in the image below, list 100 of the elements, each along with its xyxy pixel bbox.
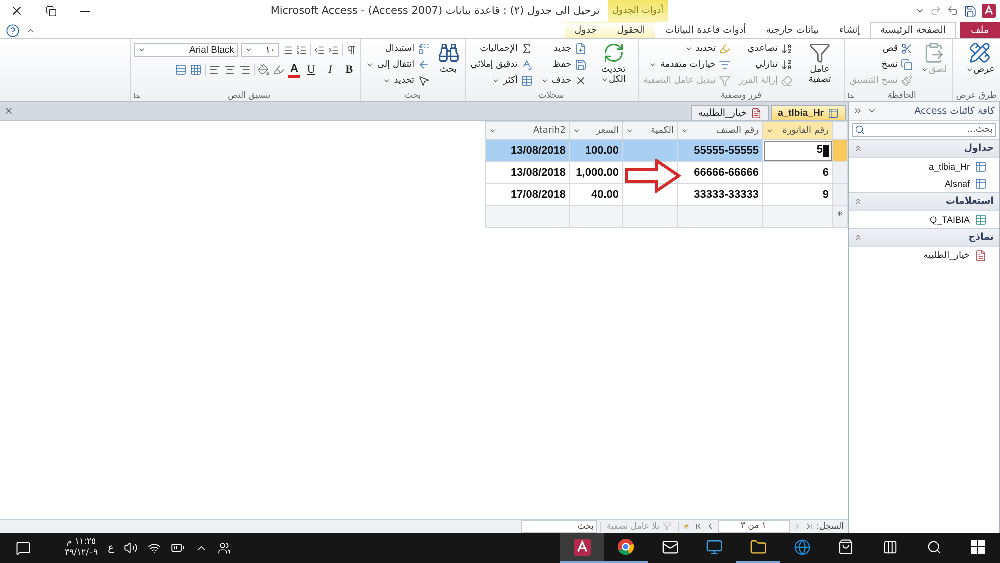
ribbon-button[interactable]: خيارات متقدمة	[642, 57, 734, 72]
search-field[interactable]: بحث	[521, 520, 598, 533]
column-header[interactable]: رقم الصنف	[678, 122, 762, 140]
refresh-icon	[602, 42, 625, 64]
ribbon-button[interactable]: تصاعدي	[737, 41, 795, 56]
document-tab[interactable]: خيار_الطلبيه	[691, 105, 770, 120]
clipboard-icon	[923, 42, 946, 64]
column-header[interactable]: السعر	[570, 122, 622, 140]
ribbon-tab[interactable]: الحقول	[607, 22, 656, 38]
ribbon-button[interactable]: تدقيق إملائي	[468, 57, 535, 72]
column-title: الكمية	[651, 126, 674, 136]
caret-icon	[138, 46, 146, 54]
ribbon-tab[interactable]: أدوات قاعدة البيانات	[655, 22, 756, 38]
font-size-field[interactable]: ١٠	[241, 43, 280, 57]
table-icon	[975, 178, 987, 190]
browser-icon[interactable]	[618, 539, 634, 555]
new-row-marker: *	[832, 206, 848, 228]
form-icon	[751, 108, 762, 118]
nav-item[interactable]: Q_TAIBIA	[849, 211, 999, 228]
ribbon-tab[interactable]: بيانات خارجية	[756, 22, 830, 38]
pointer-icon	[418, 74, 430, 86]
ribbon-button[interactable]: عرض	[964, 41, 997, 76]
nav-item[interactable]: Alsnaf	[849, 175, 999, 192]
ribbon-button[interactable]: تنازلي	[737, 57, 795, 72]
ribbon-tab[interactable]: ملف	[960, 22, 1000, 38]
save-icon	[574, 58, 587, 70]
ribbon-button[interactable]: تحديث الكل	[592, 41, 635, 86]
close-icon	[10, 4, 24, 18]
ribbon-button[interactable]: الإجماليات	[468, 41, 535, 56]
table-cell: 33333-33333	[678, 184, 762, 206]
ribbon-button[interactable]: تحديد	[364, 73, 432, 88]
input-language[interactable]: ع	[108, 542, 114, 554]
new-record-cell[interactable]	[570, 206, 622, 228]
ribbon-button[interactable]: انتقال إلى	[364, 57, 432, 72]
nav-group-header[interactable]: نماذج	[849, 228, 999, 247]
align-right-icon	[239, 64, 252, 76]
table-cell: 100.00	[570, 140, 622, 162]
clock[interactable]: ١١:٢٥ م ٣٩/١٢/٠٩	[65, 537, 98, 559]
ribbon-tab[interactable]: جدول	[564, 22, 608, 38]
ribbon-button[interactable]: نسخ	[848, 57, 916, 72]
funnel-icon	[662, 522, 672, 531]
text-cursor	[823, 144, 829, 157]
ribbon-tab[interactable]: الصفحة الرئيسية	[870, 22, 956, 38]
dialog-launcher-icon[interactable]	[134, 92, 142, 99]
help-icon	[6, 24, 20, 38]
highlighter-icon	[719, 42, 732, 54]
group-label: بحث	[404, 90, 422, 100]
new-record-cell[interactable]	[762, 206, 832, 228]
new-record-cell[interactable]	[622, 206, 678, 228]
taskbar-app[interactable]	[560, 533, 604, 563]
windows-logo-icon[interactable]	[971, 540, 985, 554]
table-cell	[622, 184, 678, 206]
paragraph-icon	[346, 44, 358, 56]
nav-group-header[interactable]: استعلامات	[849, 192, 999, 211]
new-record-icon	[682, 522, 691, 531]
font-name-field[interactable]: Arial Black	[134, 43, 238, 57]
column-header[interactable]: رقم الفاتورة	[762, 122, 832, 140]
column-header[interactable]: الكمية	[622, 122, 678, 140]
form-icon	[975, 250, 987, 262]
ribbon-button[interactable]: حذف	[538, 73, 589, 88]
new-record-cell[interactable]	[486, 206, 570, 228]
alternate-rows-icon	[175, 64, 188, 76]
group-label: سجلات	[538, 90, 566, 100]
nav-group-header[interactable]: جداول	[849, 139, 999, 158]
first-record-icon	[804, 522, 814, 531]
filter-list-icon	[719, 58, 732, 70]
search-field[interactable]: بحث...	[852, 123, 996, 137]
app-logo-icon[interactable]	[982, 4, 996, 18]
nav-item[interactable]: a_tlbia_Hr	[849, 158, 999, 175]
ribbon-button[interactable]: جديد	[538, 41, 589, 56]
binoculars-icon	[438, 42, 460, 64]
text-style-button[interactable]: I	[322, 62, 338, 78]
ribbon-button[interactable]: أكثر	[468, 73, 535, 88]
dialog-launcher-icon[interactable]	[848, 92, 855, 99]
indent-decrease-icon	[314, 44, 326, 56]
ribbon-button[interactable]: بحث	[436, 41, 462, 76]
last-record-icon	[694, 522, 703, 531]
record-position-field[interactable]: ١ من ٣	[718, 520, 790, 533]
paintbrush-icon	[901, 74, 914, 86]
column-title: رقم الصنف	[716, 126, 759, 136]
group-label: فرز وتصفية	[720, 90, 763, 100]
nav-item[interactable]: خيار_الطلبيه	[849, 247, 999, 264]
table-cell: 55555-55555	[678, 140, 762, 162]
ribbon-button[interactable]: تحديد	[642, 41, 734, 56]
document-tab[interactable]: a_tlbia_Hr	[771, 105, 846, 120]
gridlines-icon	[190, 64, 202, 76]
app-logo-icon[interactable]	[574, 538, 590, 556]
ribbon-button[interactable]: قص	[848, 41, 916, 56]
text-style-button[interactable]: U	[303, 62, 320, 78]
column-header[interactable]: Atarih2	[486, 122, 570, 140]
text-style-button[interactable]: B	[341, 62, 358, 78]
ribbon-tab[interactable]: إنشاء	[829, 22, 870, 38]
collapse-group-icon	[854, 144, 863, 153]
ribbon-button[interactable]: عامل تصفية	[799, 41, 841, 86]
new-record-cell[interactable]	[678, 206, 762, 228]
scissors-icon	[901, 42, 914, 54]
ribbon-button[interactable]: حفظ	[538, 57, 589, 72]
align-center-icon	[224, 64, 236, 76]
ribbon-button[interactable]: استبدال	[364, 41, 432, 56]
font-color-button[interactable]: A	[288, 62, 300, 78]
